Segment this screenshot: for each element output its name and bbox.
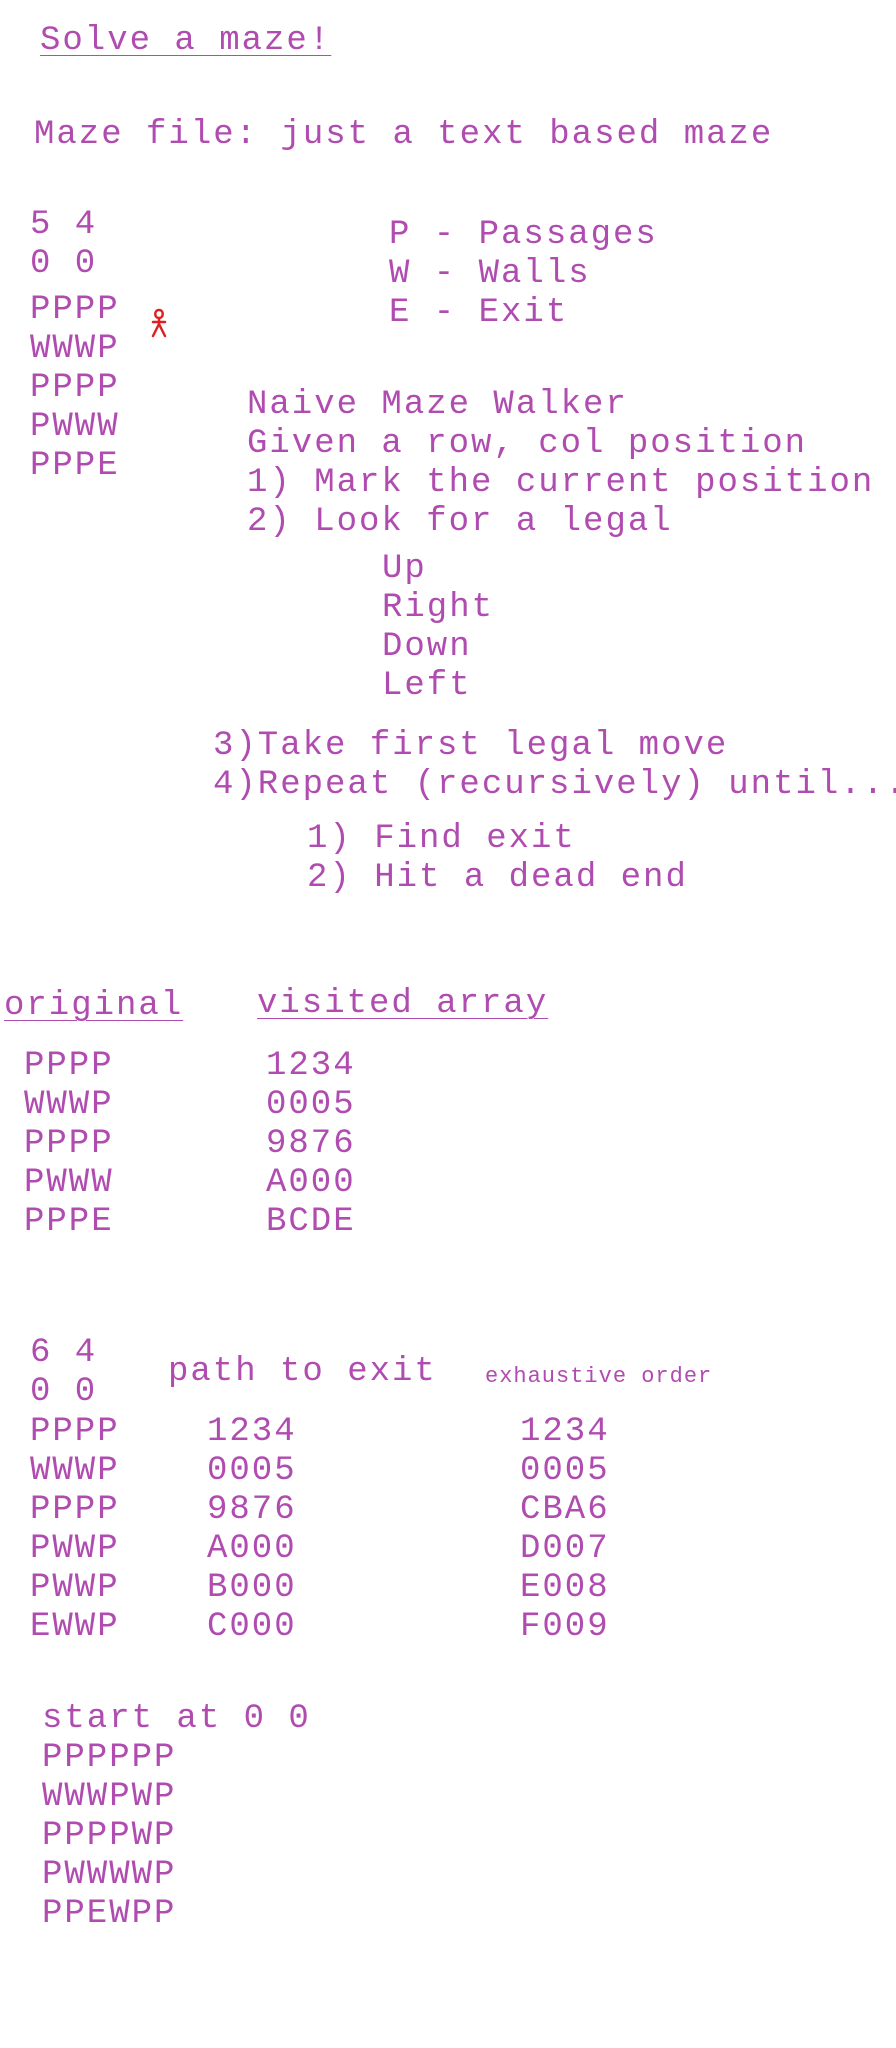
example3-maze: PPPPPP WWWPWP PPPPWP PWWWWP PPEWPP <box>42 1739 176 1934</box>
legend-passages: P - Passages <box>389 216 658 254</box>
example2-dims: 6 4 <box>30 1334 98 1372</box>
exhaustive-order-grid: 1234 0005 CBA6 D007 E008 F009 <box>520 1413 610 1647</box>
path-row: C000 <box>207 1608 297 1646</box>
direction-down: Down <box>382 628 472 666</box>
maze-row: EWWP <box>30 1608 120 1646</box>
walker-step-3: 3)Take first legal move <box>213 727 729 765</box>
path-row: B000 <box>207 1569 297 1607</box>
maze-row: PPPE <box>24 1203 114 1241</box>
visited-row: 9876 <box>266 1125 356 1163</box>
maze-row: PPPE <box>30 447 120 485</box>
maze-row: PWWP <box>30 1569 120 1607</box>
path-row: 9876 <box>207 1491 297 1529</box>
maze-row: PPPP <box>30 291 120 329</box>
maze-row: WWWP <box>24 1086 114 1124</box>
walker-steps: Naive Maze Walker Given a row, col posit… <box>247 386 874 542</box>
exhaustive-row: CBA6 <box>520 1491 610 1529</box>
maze-file-description: Maze file: just a text based maze <box>34 116 774 154</box>
path-row: 0005 <box>207 1452 297 1490</box>
maze-row: PPPPPP <box>42 1739 177 1777</box>
example1-dims: 5 4 <box>30 206 98 244</box>
walker-steps-continued: 3)Take first legal move 4)Repeat (recurs… <box>213 727 896 805</box>
example1-start: 0 0 <box>30 245 98 283</box>
walker-given: Given a row, col position <box>247 425 808 463</box>
maze-row: PPPP <box>30 369 120 407</box>
example3-start-label: start at 0 0 <box>42 1700 311 1738</box>
maze-row: PPPP <box>30 1491 120 1529</box>
maze-row: WWWPWP <box>42 1778 177 1816</box>
example2-maze: PPPP WWWP PPPP PWWP PWWP EWWP <box>30 1413 120 1647</box>
path-to-exit-grid: 1234 0005 9876 A000 B000 C000 <box>207 1413 297 1647</box>
maze-row: PPPP <box>24 1047 114 1085</box>
maze-row: PWWW <box>30 408 120 446</box>
page-title: Solve a maze! <box>40 22 332 60</box>
maze-row: PWWWWP <box>42 1856 177 1894</box>
until-find-exit: 1) Find exit <box>307 820 576 858</box>
until-dead-end: 2) Hit a dead end <box>307 859 688 897</box>
legend-walls: W - Walls <box>389 255 591 293</box>
maze-row: PPPP <box>24 1125 114 1163</box>
walker-step-2: 2) Look for a legal <box>247 503 673 541</box>
visited-row: BCDE <box>266 1203 356 1241</box>
direction-left: Left <box>382 667 472 705</box>
example1-maze: PPPP WWWP PPPP PWWW PPPE <box>30 291 120 486</box>
walker-directions: Up Right Down Left <box>382 550 494 706</box>
maze-row: WWWP <box>30 1452 120 1490</box>
maze-row: PPPP <box>30 1413 120 1451</box>
exhaustive-row: 1234 <box>520 1413 610 1451</box>
maze-row: PWWW <box>24 1164 114 1202</box>
walker-step-1: 1) Mark the current position <box>247 464 875 502</box>
walker-title: Naive Maze Walker <box>247 386 628 424</box>
example2-start: 0 0 <box>30 1373 98 1411</box>
legend: P - Passages W - Walls E - Exit <box>389 216 658 333</box>
visited-array: 1234 0005 9876 A000 BCDE <box>266 1047 356 1242</box>
direction-up: Up <box>382 550 427 588</box>
visited-row: 1234 <box>266 1047 356 1085</box>
exhaustive-row: 0005 <box>520 1452 610 1490</box>
maze-row: PPPPWP <box>42 1817 177 1855</box>
start-position-annotation-icon <box>151 308 167 338</box>
direction-right: Right <box>382 589 495 627</box>
exhaustive-order-label: exhaustive order <box>485 1364 713 1389</box>
path-row: 1234 <box>207 1413 297 1451</box>
exhaustive-row: E008 <box>520 1569 610 1607</box>
walker-step-4: 4)Repeat (recursively) until... <box>213 766 896 804</box>
original-label: original <box>4 987 184 1025</box>
path-to-exit-label: path to exit <box>168 1353 437 1391</box>
maze-row: PWWP <box>30 1530 120 1568</box>
walker-until: 1) Find exit 2) Hit a dead end <box>307 820 688 898</box>
legend-exit: E - Exit <box>389 294 569 332</box>
visited-array-label: visited array <box>257 985 549 1023</box>
maze-row: PPEWPP <box>42 1895 177 1933</box>
original-maze: PPPP WWWP PPPP PWWW PPPE <box>24 1047 114 1242</box>
exhaustive-row: F009 <box>520 1608 610 1646</box>
maze-row: WWWP <box>30 330 120 368</box>
exhaustive-row: D007 <box>520 1530 610 1568</box>
visited-row: A000 <box>266 1164 356 1202</box>
path-row: A000 <box>207 1530 297 1568</box>
visited-row: 0005 <box>266 1086 356 1124</box>
